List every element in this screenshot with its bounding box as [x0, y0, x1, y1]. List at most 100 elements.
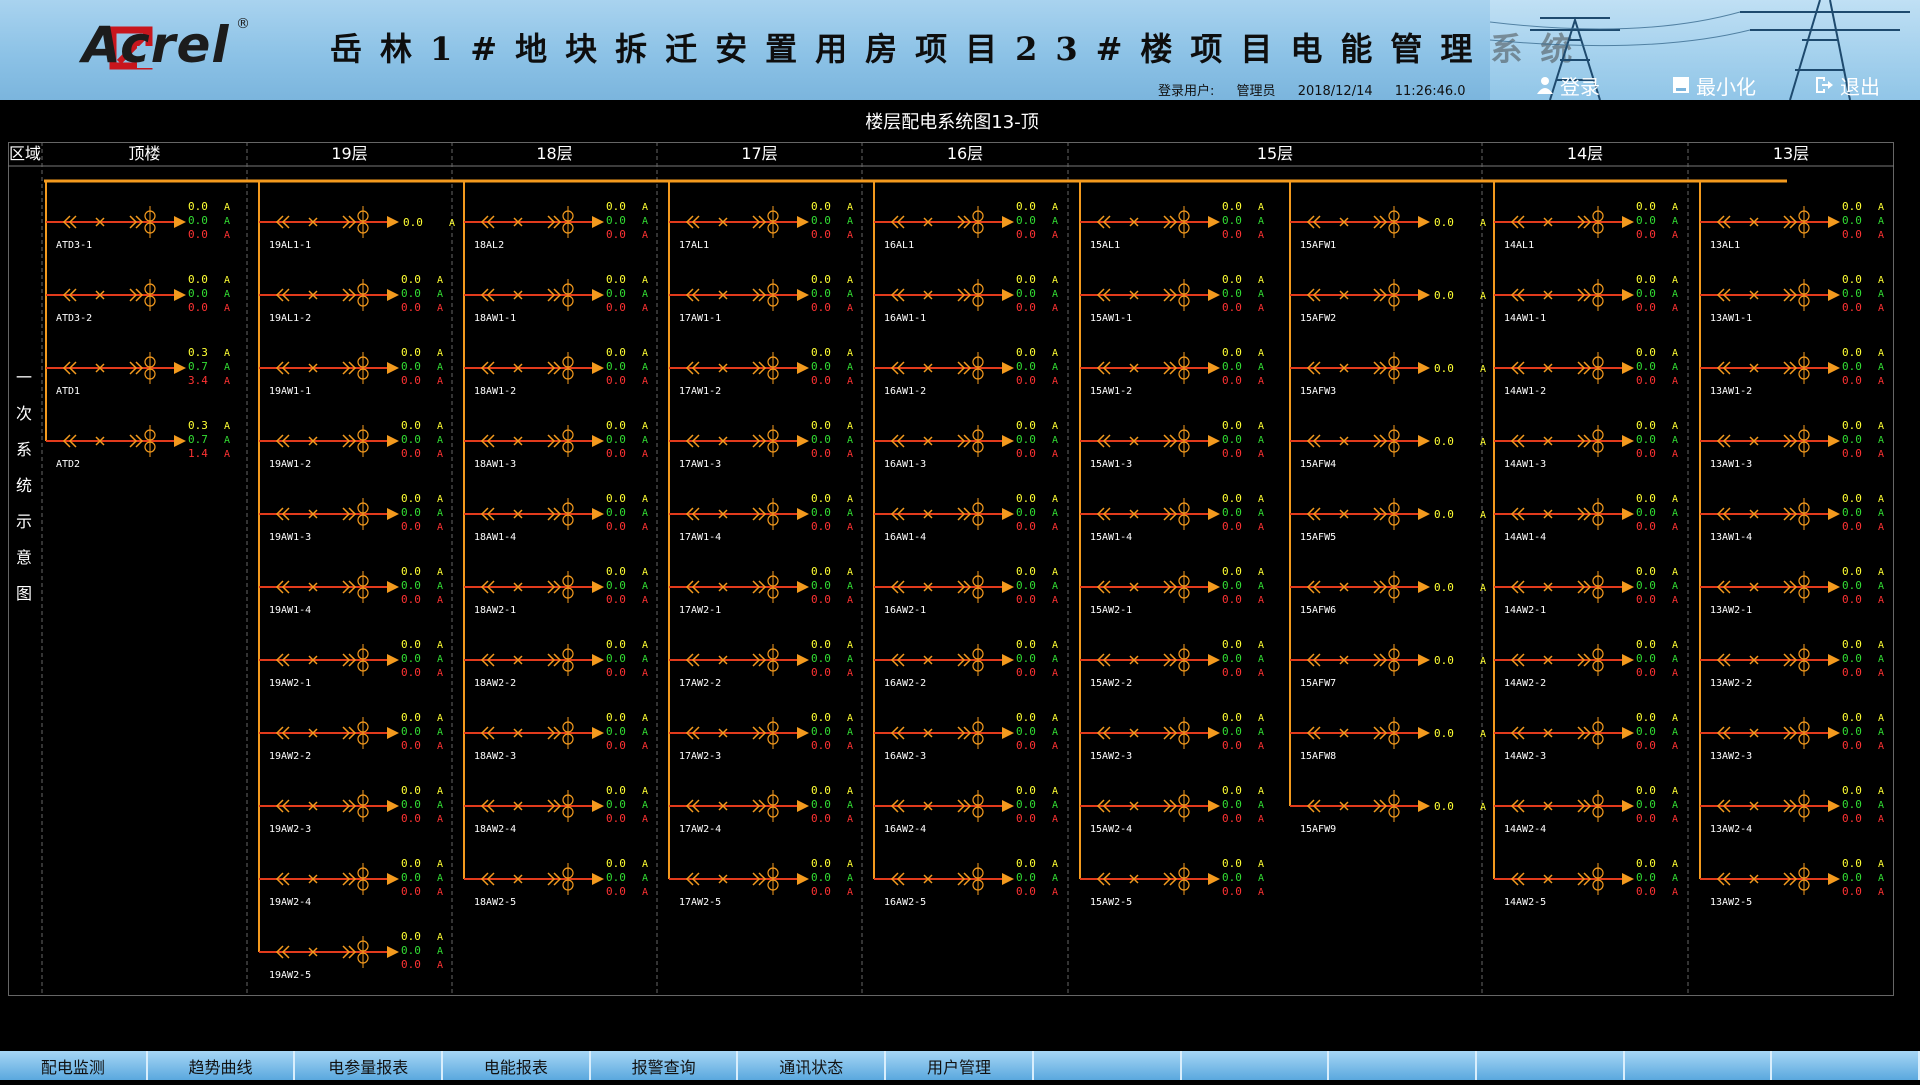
feeder[interactable]: 16AW1-2 0.0 A 0.0 A 0.0 A	[874, 346, 1058, 397]
feeder[interactable]: 18AW1-3 0.0 A 0.0 A 0.0 A	[464, 419, 648, 470]
feeder[interactable]: 17AW1-2 0.0 A 0.0 A 0.0 A	[669, 346, 853, 397]
feeder[interactable]: 15AFW9 0.0 A	[1290, 790, 1486, 835]
feeder[interactable]: 14AW2-1 0.0 A 0.0 A 0.0 A	[1494, 565, 1678, 616]
feeder[interactable]: 15AW2-2 0.0 A 0.0 A 0.0 A	[1080, 638, 1264, 689]
feeder[interactable]: 17AL1 0.0 A 0.0 A 0.0 A	[669, 200, 853, 251]
feeder[interactable]: 18AW2-5 0.0 A 0.0 A 0.0 A	[464, 857, 648, 908]
feeder[interactable]: 13AW1-2 0.0 A 0.0 A 0.0 A	[1700, 346, 1884, 397]
feeder[interactable]: 15AW1-3 0.0 A 0.0 A 0.0 A	[1080, 419, 1264, 470]
feeder[interactable]: 14AW1-2 0.0 A 0.0 A 0.0 A	[1494, 346, 1678, 397]
feeder[interactable]: 13AW1-3 0.0 A 0.0 A 0.0 A	[1700, 419, 1884, 470]
feeder[interactable]: 16AW2-3 0.0 A 0.0 A 0.0 A	[874, 711, 1058, 762]
feeder[interactable]: 19AW1-1 0.0 A 0.0 A 0.0 A	[259, 346, 443, 397]
feeder[interactable]: 17AW2-4 0.0 A 0.0 A 0.0 A	[669, 784, 853, 835]
feeder[interactable]: 13AW2-1 0.0 A 0.0 A 0.0 A	[1700, 565, 1884, 616]
feeder[interactable]: ATD3-1 0.0 A 0.0 A 0.0 A	[46, 200, 230, 251]
feeder[interactable]: ATD3-2 0.0 A 0.0 A 0.0 A	[46, 273, 230, 324]
feeder[interactable]: 19AW1-4 0.0 A 0.0 A 0.0 A	[259, 565, 443, 616]
feeder[interactable]: 17AW2-1 0.0 A 0.0 A 0.0 A	[669, 565, 853, 616]
feeder[interactable]: 16AL1 0.0 A 0.0 A 0.0 A	[874, 200, 1058, 251]
feeder[interactable]: 18AW2-4 0.0 A 0.0 A 0.0 A	[464, 784, 648, 835]
feeder[interactable]: 17AW1-4 0.0 A 0.0 A 0.0 A	[669, 492, 853, 543]
feeder[interactable]: 13AW2-4 0.0 A 0.0 A 0.0 A	[1700, 784, 1884, 835]
feeder[interactable]: 15AW1-4 0.0 A 0.0 A 0.0 A	[1080, 492, 1264, 543]
feeder[interactable]: 19AW2-1 0.0 A 0.0 A 0.0 A	[259, 638, 443, 689]
feeder[interactable]: 15AW2-4 0.0 A 0.0 A 0.0 A	[1080, 784, 1264, 835]
nav-item[interactable]: 通讯状态	[738, 1051, 887, 1080]
feeder[interactable]: 14AW1-3 0.0 A 0.0 A 0.0 A	[1494, 419, 1678, 470]
feeder[interactable]: 13AW1-4 0.0 A 0.0 A 0.0 A	[1700, 492, 1884, 543]
feeder[interactable]: 19AW2-2 0.0 A 0.0 A 0.0 A	[259, 711, 443, 762]
feeder[interactable]: 15AFW1 0.0 A	[1290, 206, 1486, 251]
nav-item[interactable]	[1034, 1051, 1182, 1080]
feeder[interactable]: 19AW1-3 0.0 A 0.0 A 0.0 A	[259, 492, 443, 543]
feeder[interactable]: 13AW2-3 0.0 A 0.0 A 0.0 A	[1700, 711, 1884, 762]
nav-item[interactable]	[1625, 1051, 1773, 1080]
feeder[interactable]: 17AW2-3 0.0 A 0.0 A 0.0 A	[669, 711, 853, 762]
feeder[interactable]: 19AL1-2 0.0 A 0.0 A 0.0 A	[259, 273, 443, 324]
feeder[interactable]: 16AW1-3 0.0 A 0.0 A 0.0 A	[874, 419, 1058, 470]
feeder[interactable]: 13AW2-2 0.0 A 0.0 A 0.0 A	[1700, 638, 1884, 689]
feeder[interactable]: 16AW1-4 0.0 A 0.0 A 0.0 A	[874, 492, 1058, 543]
feeder[interactable]: 14AW2-3 0.0 A 0.0 A 0.0 A	[1494, 711, 1678, 762]
nav-item[interactable]: 电参量报表	[295, 1051, 444, 1080]
nav-item[interactable]: 电能报表	[443, 1051, 591, 1080]
feeder[interactable]: 17AW2-5 0.0 A 0.0 A 0.0 A	[669, 857, 853, 908]
feeder[interactable]: 17AW1-3 0.0 A 0.0 A 0.0 A	[669, 419, 853, 470]
nav-item[interactable]: 用户管理	[886, 1051, 1034, 1080]
feeder[interactable]: 15AW2-1 0.0 A 0.0 A 0.0 A	[1080, 565, 1264, 616]
exit-button[interactable]: 退出	[1814, 74, 1880, 99]
feeder[interactable]: 14AW2-4 0.0 A 0.0 A 0.0 A	[1494, 784, 1678, 835]
feeder[interactable]: 15AW2-3 0.0 A 0.0 A 0.0 A	[1080, 711, 1264, 762]
feeder[interactable]: 15AFW7 0.0 A	[1290, 644, 1486, 689]
feeder[interactable]: 15AFW8 0.0 A	[1290, 717, 1486, 762]
feeder[interactable]: 15AFW6 0.0 A	[1290, 571, 1486, 616]
feeder[interactable]: ATD2 0.3 A 0.7 A 1.4 A	[46, 419, 230, 470]
feeder[interactable]: 16AW2-5 0.0 A 0.0 A 0.0 A	[874, 857, 1058, 908]
feeder[interactable]: 14AW1-4 0.0 A 0.0 A 0.0 A	[1494, 492, 1678, 543]
feeder[interactable]: 19AW1-2 0.0 A 0.0 A 0.0 A	[259, 419, 443, 470]
feeder[interactable]: 16AW2-4 0.0 A 0.0 A 0.0 A	[874, 784, 1058, 835]
feeder[interactable]: 13AL1 0.0 A 0.0 A 0.0 A	[1700, 200, 1884, 251]
feeder[interactable]: 18AW1-4 0.0 A 0.0 A 0.0 A	[464, 492, 648, 543]
feeder[interactable]: ATD1 0.3 A 0.7 A 3.4 A	[46, 346, 230, 397]
feeder[interactable]: 17AW1-1 0.0 A 0.0 A 0.0 A	[669, 273, 853, 324]
feeder[interactable]: 19AW2-4 0.0 A 0.0 A 0.0 A	[259, 857, 443, 908]
nav-item[interactable]: 趋势曲线	[148, 1051, 296, 1080]
feeder[interactable]: 13AW2-5 0.0 A 0.0 A 0.0 A	[1700, 857, 1884, 908]
feeder[interactable]: 14AL1 0.0 A 0.0 A 0.0 A	[1494, 200, 1678, 251]
feeder[interactable]: 18AW1-2 0.0 A 0.0 A 0.0 A	[464, 346, 648, 397]
feeder[interactable]: 19AW2-3 0.0 A 0.0 A 0.0 A	[259, 784, 443, 835]
feeder[interactable]: 15AW1-1 0.0 A 0.0 A 0.0 A	[1080, 273, 1264, 324]
feeder[interactable]: 17AW2-2 0.0 A 0.0 A 0.0 A	[669, 638, 853, 689]
feeder[interactable]: 18AW1-1 0.0 A 0.0 A 0.0 A	[464, 273, 648, 324]
feeder[interactable]: 14AW2-2 0.0 A 0.0 A 0.0 A	[1494, 638, 1678, 689]
feeder[interactable]: 15AFW4 0.0 A	[1290, 425, 1486, 470]
nav-item[interactable]	[1772, 1051, 1920, 1080]
feeder[interactable]: 15AW2-5 0.0 A 0.0 A 0.0 A	[1080, 857, 1264, 908]
feeder[interactable]: 16AW1-1 0.0 A 0.0 A 0.0 A	[874, 273, 1058, 324]
feeder[interactable]: 18AW2-3 0.0 A 0.0 A 0.0 A	[464, 711, 648, 762]
feeder[interactable]: 16AW2-1 0.0 A 0.0 A 0.0 A	[874, 565, 1058, 616]
feeder[interactable]: 14AW1-1 0.0 A 0.0 A 0.0 A	[1494, 273, 1678, 324]
login-button[interactable]: 登录	[1536, 74, 1600, 99]
nav-item[interactable]	[1477, 1051, 1625, 1080]
feeder[interactable]: 14AW2-5 0.0 A 0.0 A 0.0 A	[1494, 857, 1678, 908]
feeder[interactable]: 16AW2-2 0.0 A 0.0 A 0.0 A	[874, 638, 1058, 689]
feeder[interactable]: 18AW2-2 0.0 A 0.0 A 0.0 A	[464, 638, 648, 689]
nav-item[interactable]	[1329, 1051, 1477, 1080]
feeder[interactable]: 13AW1-1 0.0 A 0.0 A 0.0 A	[1700, 273, 1884, 324]
feeder[interactable]: 19AW2-5 0.0 A 0.0 A 0.0 A	[259, 930, 443, 981]
nav-item[interactable]: 配电监测	[0, 1051, 148, 1080]
feeder[interactable]: 18AL2 0.0 A 0.0 A 0.0 A	[464, 200, 648, 251]
feeder[interactable]: 18AW2-1 0.0 A 0.0 A 0.0 A	[464, 565, 648, 616]
nav-item[interactable]	[1182, 1051, 1330, 1080]
feeder[interactable]: 15AFW2 0.0 A	[1290, 279, 1486, 324]
feeder[interactable]: 15AFW5 0.0 A	[1290, 498, 1486, 543]
feeder[interactable]: 19AL1-1 0.0 A	[259, 206, 455, 251]
feeder[interactable]: 15AW1-2 0.0 A 0.0 A 0.0 A	[1080, 346, 1264, 397]
feeder[interactable]: 15AL1 0.0 A 0.0 A 0.0 A	[1080, 200, 1264, 251]
nav-item[interactable]: 报警查询	[591, 1051, 739, 1080]
feeder[interactable]: 15AFW3 0.0 A	[1290, 352, 1486, 397]
minimize-button[interactable]: 最小化	[1672, 74, 1756, 99]
